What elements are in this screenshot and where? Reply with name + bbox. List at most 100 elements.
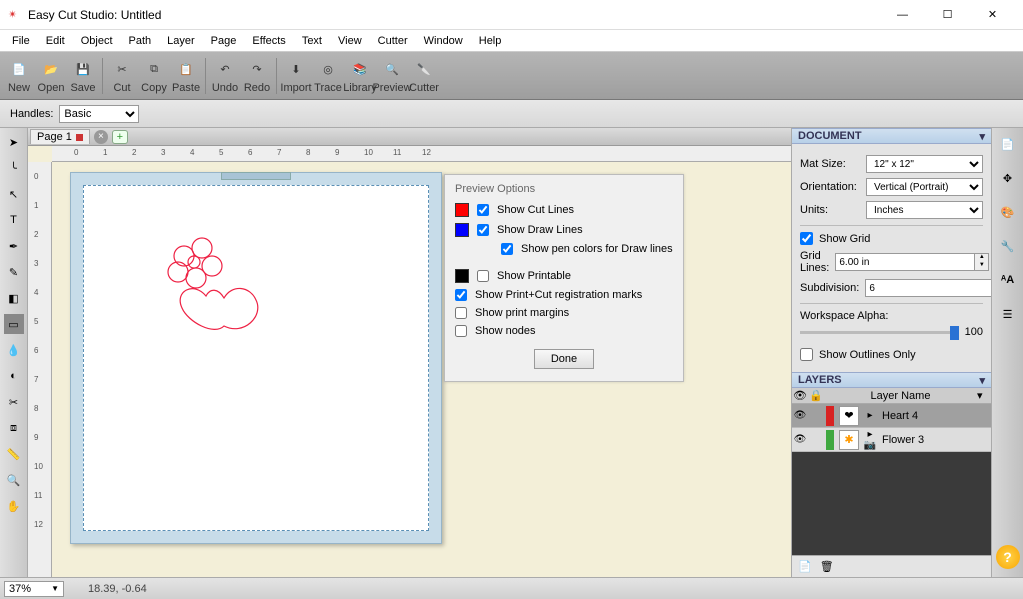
- show-grid-checkbox[interactable]: [800, 232, 813, 245]
- menu-edit[interactable]: Edit: [38, 33, 73, 49]
- grid-lines-spinner[interactable]: ▲▼: [975, 253, 989, 271]
- printable-swatch: [455, 269, 469, 283]
- text-tool[interactable]: T: [4, 210, 24, 230]
- done-button[interactable]: Done: [534, 349, 594, 369]
- cut-button[interactable]: ✂Cut: [107, 56, 137, 96]
- palette-panel-icon[interactable]: 🎨: [996, 200, 1020, 224]
- wrench-panel-icon[interactable]: 🔧: [996, 234, 1020, 258]
- app-icon: ✴: [8, 8, 22, 22]
- units-select[interactable]: Inches: [866, 201, 983, 219]
- menu-view[interactable]: View: [330, 33, 370, 49]
- node-tool[interactable]: ↖: [4, 184, 24, 204]
- library-button[interactable]: 📚Library: [345, 56, 375, 96]
- show-draw-lines-checkbox[interactable]: [477, 224, 489, 236]
- layers-menu-icon[interactable]: ▾: [979, 374, 985, 387]
- show-printable-checkbox[interactable]: [477, 270, 489, 282]
- ruler-tool[interactable]: 📏: [4, 444, 24, 464]
- menu-text[interactable]: Text: [294, 33, 330, 49]
- import-button[interactable]: ⬇Import: [281, 56, 311, 96]
- select-tool[interactable]: ➤: [4, 132, 24, 152]
- add-layer-icon[interactable]: 📄: [798, 560, 812, 573]
- copy-button[interactable]: ⧉Copy: [139, 56, 169, 96]
- page-tab[interactable]: Page 1: [30, 129, 90, 144]
- grid-lines-input[interactable]: [835, 253, 975, 271]
- ruler-horizontal: 0123456789101112: [52, 146, 791, 162]
- folder-icon: ▸📷: [862, 429, 878, 451]
- pencil-tool[interactable]: ✎: [4, 262, 24, 282]
- open-button[interactable]: 📂Open: [36, 56, 66, 96]
- show-nodes-checkbox[interactable]: [455, 325, 467, 337]
- menu-path[interactable]: Path: [121, 33, 160, 49]
- handles-select[interactable]: Basic: [59, 105, 139, 123]
- paste-button[interactable]: 📋Paste: [171, 56, 201, 96]
- orientation-select[interactable]: Vertical (Portrait): [866, 178, 983, 196]
- trace-button[interactable]: ◎Trace: [313, 56, 343, 96]
- menu-window[interactable]: Window: [416, 33, 471, 49]
- outlines-only-checkbox[interactable]: [800, 348, 813, 361]
- window-title: Easy Cut Studio: Untitled: [28, 8, 880, 22]
- reg-marks-checkbox[interactable]: [455, 289, 467, 301]
- zoom-select[interactable]: 37%▼: [4, 581, 64, 597]
- eyedropper-tool[interactable]: 💧: [4, 340, 24, 360]
- eraser-tool[interactable]: ◧: [4, 288, 24, 308]
- layers-panel: 👁🔒Layer Name▾ 👁 ❤ ▸ Heart 4 👁 ✱ ▸📷 Flowe…: [792, 388, 991, 577]
- eye-column-icon: 👁: [792, 389, 808, 402]
- lasso-tool[interactable]: ╰: [4, 158, 24, 178]
- menu-help[interactable]: Help: [471, 33, 510, 49]
- canvas-area[interactable]: Page 1 × + 0123456789101112 012345678910…: [28, 128, 791, 577]
- save-button[interactable]: 💾Save: [68, 56, 98, 96]
- delete-layer-icon[interactable]: 🗑: [820, 560, 834, 573]
- alpha-slider[interactable]: [800, 331, 959, 334]
- mat-size-select[interactable]: 12" x 12": [866, 155, 983, 173]
- menu-page[interactable]: Page: [203, 33, 245, 49]
- subdivision-input[interactable]: [865, 279, 1005, 297]
- font-panel-icon[interactable]: ᴬA: [996, 268, 1020, 292]
- crop-tool[interactable]: ⧈: [4, 418, 24, 438]
- visibility-toggle[interactable]: 👁: [792, 410, 808, 421]
- main-toolbar: 📄New 📂Open 💾Save ✂Cut ⧉Copy 📋Paste ↶Undo…: [0, 52, 1023, 100]
- close-button[interactable]: ✕: [970, 1, 1015, 29]
- handles-label: Handles:: [10, 108, 53, 120]
- redo-button[interactable]: ↷Redo: [242, 56, 272, 96]
- shape-tool[interactable]: ▭: [4, 314, 24, 334]
- preview-button[interactable]: 🔍Preview: [377, 56, 407, 96]
- gradient-tool[interactable]: ◐: [4, 366, 24, 386]
- pen-tool[interactable]: ✒: [4, 236, 24, 256]
- document-panel-header: DOCUMENT: [798, 130, 862, 142]
- layer-options-icon[interactable]: ▾: [977, 389, 991, 402]
- hand-tool[interactable]: ✋: [4, 496, 24, 516]
- menu-file[interactable]: File: [4, 33, 38, 49]
- new-button[interactable]: 📄New: [4, 56, 34, 96]
- cutting-mat: [70, 172, 442, 544]
- move-panel-icon[interactable]: ✥: [996, 166, 1020, 190]
- print-margins-checkbox[interactable]: [455, 307, 467, 319]
- ruler-vertical: 0123456789101112: [28, 162, 52, 577]
- dialog-title: Preview Options: [455, 183, 673, 195]
- layers-panel-icon[interactable]: ☰: [996, 302, 1020, 326]
- preview-options-dialog: Preview Options Show Cut Lines Show Draw…: [444, 174, 684, 382]
- cut-color-swatch: [455, 203, 469, 217]
- show-cut-lines-checkbox[interactable]: [477, 204, 489, 216]
- undo-button[interactable]: ↶Undo: [210, 56, 240, 96]
- maximize-button[interactable]: ☐: [925, 1, 970, 29]
- panel-menu-icon[interactable]: ▾: [979, 130, 985, 143]
- menu-effects[interactable]: Effects: [244, 33, 293, 49]
- menu-layer[interactable]: Layer: [159, 33, 203, 49]
- layer-row[interactable]: 👁 ❤ ▸ Heart 4: [792, 404, 991, 428]
- visibility-toggle[interactable]: 👁: [792, 434, 808, 445]
- menu-object[interactable]: Object: [73, 33, 121, 49]
- menu-cutter[interactable]: Cutter: [370, 33, 416, 49]
- page-panel-icon[interactable]: 📄: [996, 132, 1020, 156]
- folder-icon: ▸: [862, 410, 878, 421]
- zoom-tool[interactable]: 🔍: [4, 470, 24, 490]
- layer-row[interactable]: 👁 ✱ ▸📷 Flower 3: [792, 428, 991, 452]
- knife-tool[interactable]: ✂: [4, 392, 24, 412]
- layer-color-swatch: [826, 430, 834, 450]
- add-tab-icon[interactable]: +: [112, 130, 128, 144]
- left-toolbar: ➤ ╰ ↖ T ✒ ✎ ◧ ▭ 💧 ◐ ✂ ⧈ 📏 🔍 ✋: [0, 128, 28, 577]
- minimize-button[interactable]: —: [880, 1, 925, 29]
- cutter-button[interactable]: 🔪Cutter: [409, 56, 439, 96]
- pen-colors-checkbox[interactable]: [501, 243, 513, 255]
- close-tab-icon[interactable]: ×: [94, 130, 108, 144]
- help-icon[interactable]: ?: [996, 545, 1020, 569]
